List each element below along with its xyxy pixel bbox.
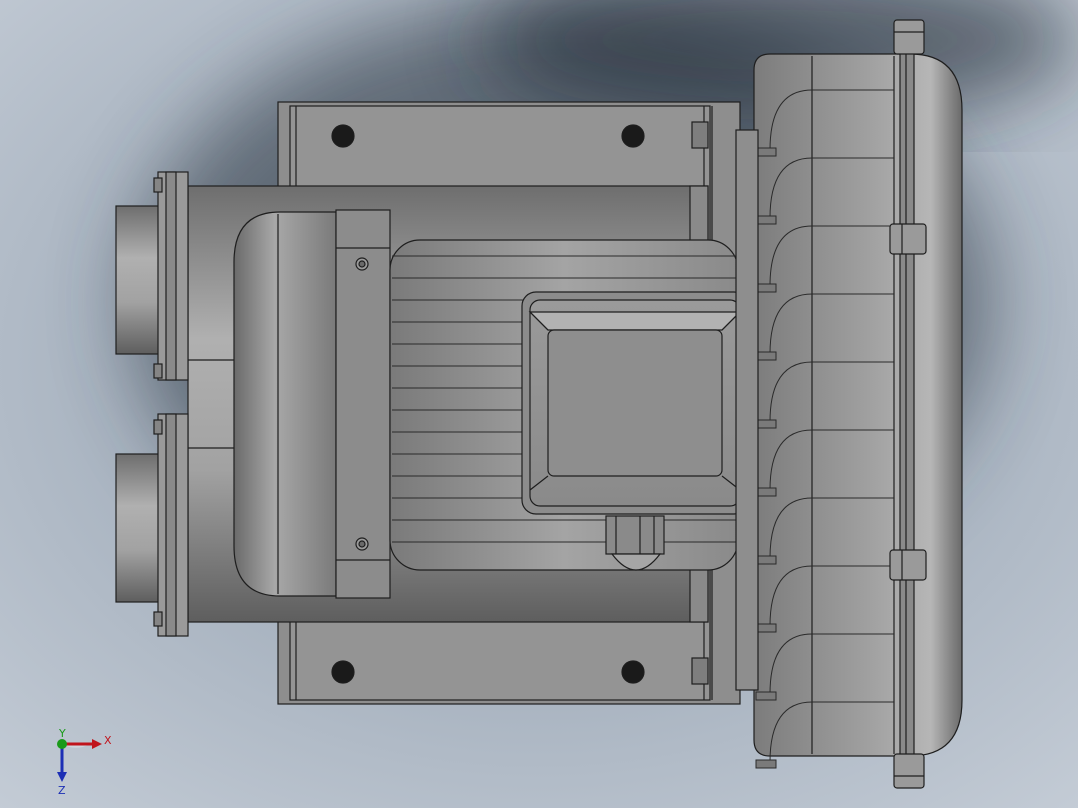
rib-tab	[755, 623, 777, 633]
x-axis-label: X	[104, 734, 112, 747]
terminal-box[interactable]	[521, 291, 749, 515]
mount-hole	[621, 124, 645, 148]
rib-tab	[755, 419, 777, 429]
z-axis-label: Z	[58, 784, 66, 797]
rib-tab	[755, 147, 777, 157]
y-axis-dot	[57, 739, 67, 749]
bolt-head	[889, 549, 927, 581]
mount-hole	[331, 660, 355, 684]
rib-tab	[755, 691, 777, 701]
rib-tab	[755, 215, 777, 225]
mount-hole	[621, 660, 645, 684]
bolt-head	[889, 223, 927, 255]
rib-tab	[755, 555, 777, 565]
y-axis-label: Y	[58, 727, 66, 740]
screw-head	[358, 540, 366, 548]
bolt-head	[893, 753, 925, 789]
cad-scene[interactable]: X Y Z	[0, 0, 1078, 808]
cad-viewport[interactable]: X Y Z	[0, 0, 1078, 808]
impeller-cover[interactable]	[753, 39, 963, 771]
bolt-head	[893, 19, 925, 55]
rib-tab	[755, 759, 777, 769]
rib-tab	[755, 283, 777, 293]
rib-tab	[755, 487, 777, 497]
mount-hole	[331, 124, 355, 148]
adapter-flange[interactable]	[735, 129, 759, 691]
motor-end-cap[interactable]	[233, 209, 391, 599]
screw-head	[358, 260, 366, 268]
rib-tab	[755, 351, 777, 361]
